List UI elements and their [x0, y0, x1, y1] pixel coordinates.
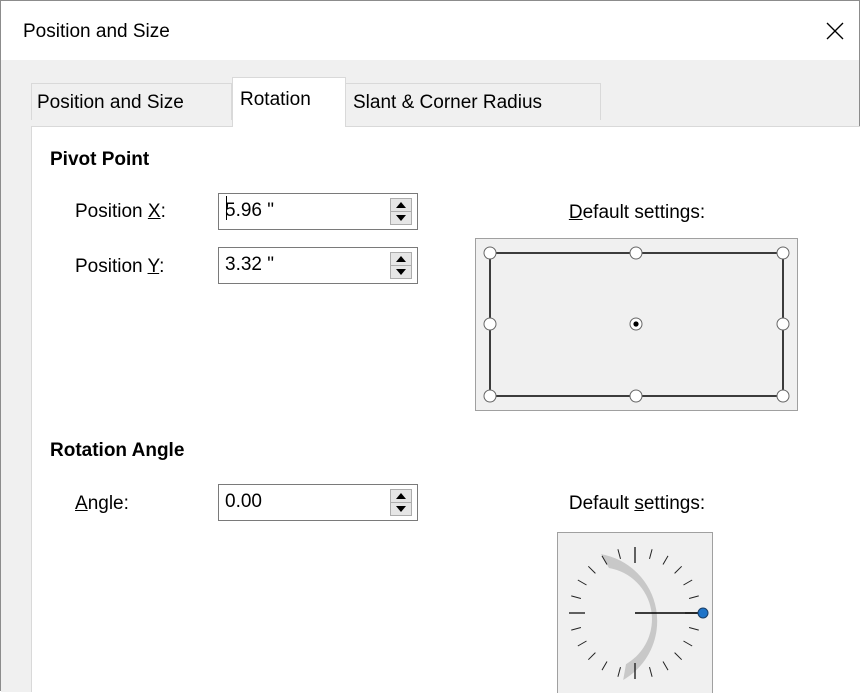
position-y-spin-buttons — [390, 252, 412, 279]
dial-tick — [571, 595, 582, 599]
rotation-angle-heading: Rotation Angle — [50, 440, 185, 461]
angle-input[interactable] — [225, 488, 385, 516]
pivot-point-bottom-right[interactable] — [776, 389, 790, 403]
angle-spinbox[interactable] — [218, 484, 418, 521]
tab-position-and-size[interactable]: Position and Size — [31, 83, 232, 120]
dial-tick — [617, 549, 621, 560]
spin-up-icon — [396, 493, 406, 499]
dial-tick — [674, 652, 683, 661]
dialog-client-area: Position and Size Rotation Slant & Corne… — [1, 60, 860, 693]
dial-tick — [674, 565, 683, 574]
close-button[interactable] — [811, 1, 859, 60]
angle-label: Angle: — [75, 493, 129, 514]
dial-tick — [683, 640, 693, 647]
pivot-point-center[interactable] — [629, 317, 643, 331]
spin-up-icon — [396, 202, 406, 208]
angle-increment[interactable] — [391, 490, 411, 503]
pivot-point-top-center[interactable] — [629, 246, 643, 260]
dial-tick — [601, 661, 608, 671]
dial-tick — [577, 579, 587, 586]
dial-tick — [662, 555, 669, 565]
dial-tick — [587, 652, 596, 661]
position-x-input[interactable] — [225, 197, 385, 225]
spin-down-icon — [396, 506, 406, 512]
position-x-spin-buttons — [390, 198, 412, 225]
tab-slant-corner-radius[interactable]: Slant & Corner Radius — [345, 83, 601, 120]
spin-up-icon — [396, 256, 406, 262]
pivot-point-bottom-left[interactable] — [483, 389, 497, 403]
pivot-point-top-left[interactable] — [483, 246, 497, 260]
angle-spin-buttons — [390, 489, 412, 516]
position-y-label: Position Y: — [75, 256, 165, 277]
dial-handle[interactable] — [697, 607, 709, 619]
pivot-point-heading: Pivot Point — [50, 149, 150, 170]
pivot-point-selector[interactable] — [475, 238, 798, 411]
rotation-default-settings-label: Default settings: — [568, 493, 706, 514]
pivot-point-middle-right[interactable] — [776, 317, 790, 331]
dial-tick — [587, 565, 596, 574]
rotation-tab-panel: Pivot Point Position X: Position Y: — [31, 126, 860, 693]
pivot-point-middle-left[interactable] — [483, 317, 497, 331]
dial-tick — [688, 627, 699, 631]
spin-down-icon — [396, 269, 406, 275]
pivot-rectangle-graphic — [483, 246, 790, 403]
position-x-label: Position X: — [75, 201, 166, 222]
position-x-increment[interactable] — [391, 199, 411, 212]
spin-down-icon — [396, 215, 406, 221]
dial-tick — [662, 661, 669, 671]
position-y-increment[interactable] — [391, 253, 411, 266]
dial-tick — [649, 549, 653, 560]
dial-tick — [577, 640, 587, 647]
position-y-decrement[interactable] — [391, 266, 411, 278]
dial-shaded-arc — [601, 554, 658, 680]
position-y-spinbox[interactable] — [218, 247, 418, 284]
pivot-default-settings-label: Default settings: — [568, 202, 706, 223]
angle-decrement[interactable] — [391, 503, 411, 515]
rotation-angle-dial[interactable] — [557, 532, 713, 693]
title-bar: Position and Size — [1, 1, 859, 60]
position-x-decrement[interactable] — [391, 212, 411, 224]
tab-rotation[interactable]: Rotation — [232, 77, 346, 127]
dial-tick — [683, 579, 693, 586]
dial-tick — [617, 666, 621, 677]
position-x-spinbox[interactable] — [218, 193, 418, 230]
close-icon — [826, 22, 844, 39]
pivot-point-bottom-center[interactable] — [629, 389, 643, 403]
dial-tick — [649, 666, 653, 677]
angle-dial-graphic — [569, 547, 709, 680]
dialog-title: Position and Size — [23, 21, 170, 42]
position-y-input[interactable] — [225, 251, 385, 279]
dial-tick — [688, 595, 699, 599]
pivot-point-top-right[interactable] — [776, 246, 790, 260]
dial-tick — [571, 627, 582, 631]
